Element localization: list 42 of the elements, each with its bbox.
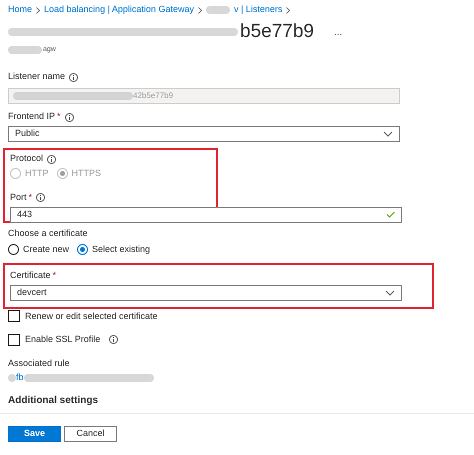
info-icon: [47, 154, 56, 164]
redacted-text: [8, 46, 42, 54]
chevron-right-icon: [286, 6, 290, 14]
radio-button[interactable]: [8, 244, 19, 256]
breadcrumb-link[interactable]: Load balancing | Application Gateway: [44, 3, 194, 17]
field-label: Listener name: [8, 70, 66, 84]
cancel-button[interactable]: Cancel: [64, 426, 117, 442]
checkbox[interactable]: [8, 334, 20, 346]
chevron-right-icon: [198, 6, 202, 14]
certificate-dropdown[interactable]: devcert: [10, 284, 402, 300]
field-label: Frontend IP: [8, 110, 56, 124]
field-label: Certificate: [10, 268, 51, 282]
info-icon: [36, 193, 46, 202]
radio-option[interactable]: Select existing: [77, 243, 150, 256]
more-button[interactable]: ...: [334, 24, 342, 40]
radio-option[interactable]: Create new: [8, 243, 70, 256]
field-label: Protocol: [10, 152, 44, 166]
breadcrumb-link[interactable]: v | Listeners: [234, 3, 282, 17]
section-heading: Additional settings: [8, 394, 99, 406]
info-icon: [64, 112, 74, 122]
info-icon: [69, 72, 78, 82]
checkbox[interactable]: [8, 310, 20, 322]
breadcrumb-link[interactable]: Home: [8, 3, 32, 17]
rule-link[interactable]: fb: [16, 370, 24, 384]
field-label: Port: [10, 190, 27, 204]
chevron-right-icon: [36, 6, 40, 14]
redacted-text: [8, 374, 16, 382]
required-asterisk: *: [57, 110, 61, 124]
page-title: b5e77b9: [240, 20, 314, 44]
port-field[interactable]: 443: [10, 206, 402, 222]
checkbox-option[interactable]: Renew or edit selected certificate: [8, 310, 466, 323]
required-asterisk: *: [28, 190, 32, 204]
frontend-ip-dropdown[interactable]: Public: [8, 126, 400, 142]
radio-button[interactable]: [77, 244, 88, 256]
save-button[interactable]: Save: [8, 426, 61, 442]
field-label: Choose a certificate: [8, 227, 88, 240]
chevron-down-icon: [383, 131, 393, 137]
checkbox-option[interactable]: Enable SSL Profile: [8, 333, 466, 346]
required-asterisk: *: [52, 268, 56, 282]
field-label: Associated rule: [8, 356, 70, 370]
chevron-down-icon: [385, 290, 395, 296]
redacted-text: [206, 6, 230, 14]
